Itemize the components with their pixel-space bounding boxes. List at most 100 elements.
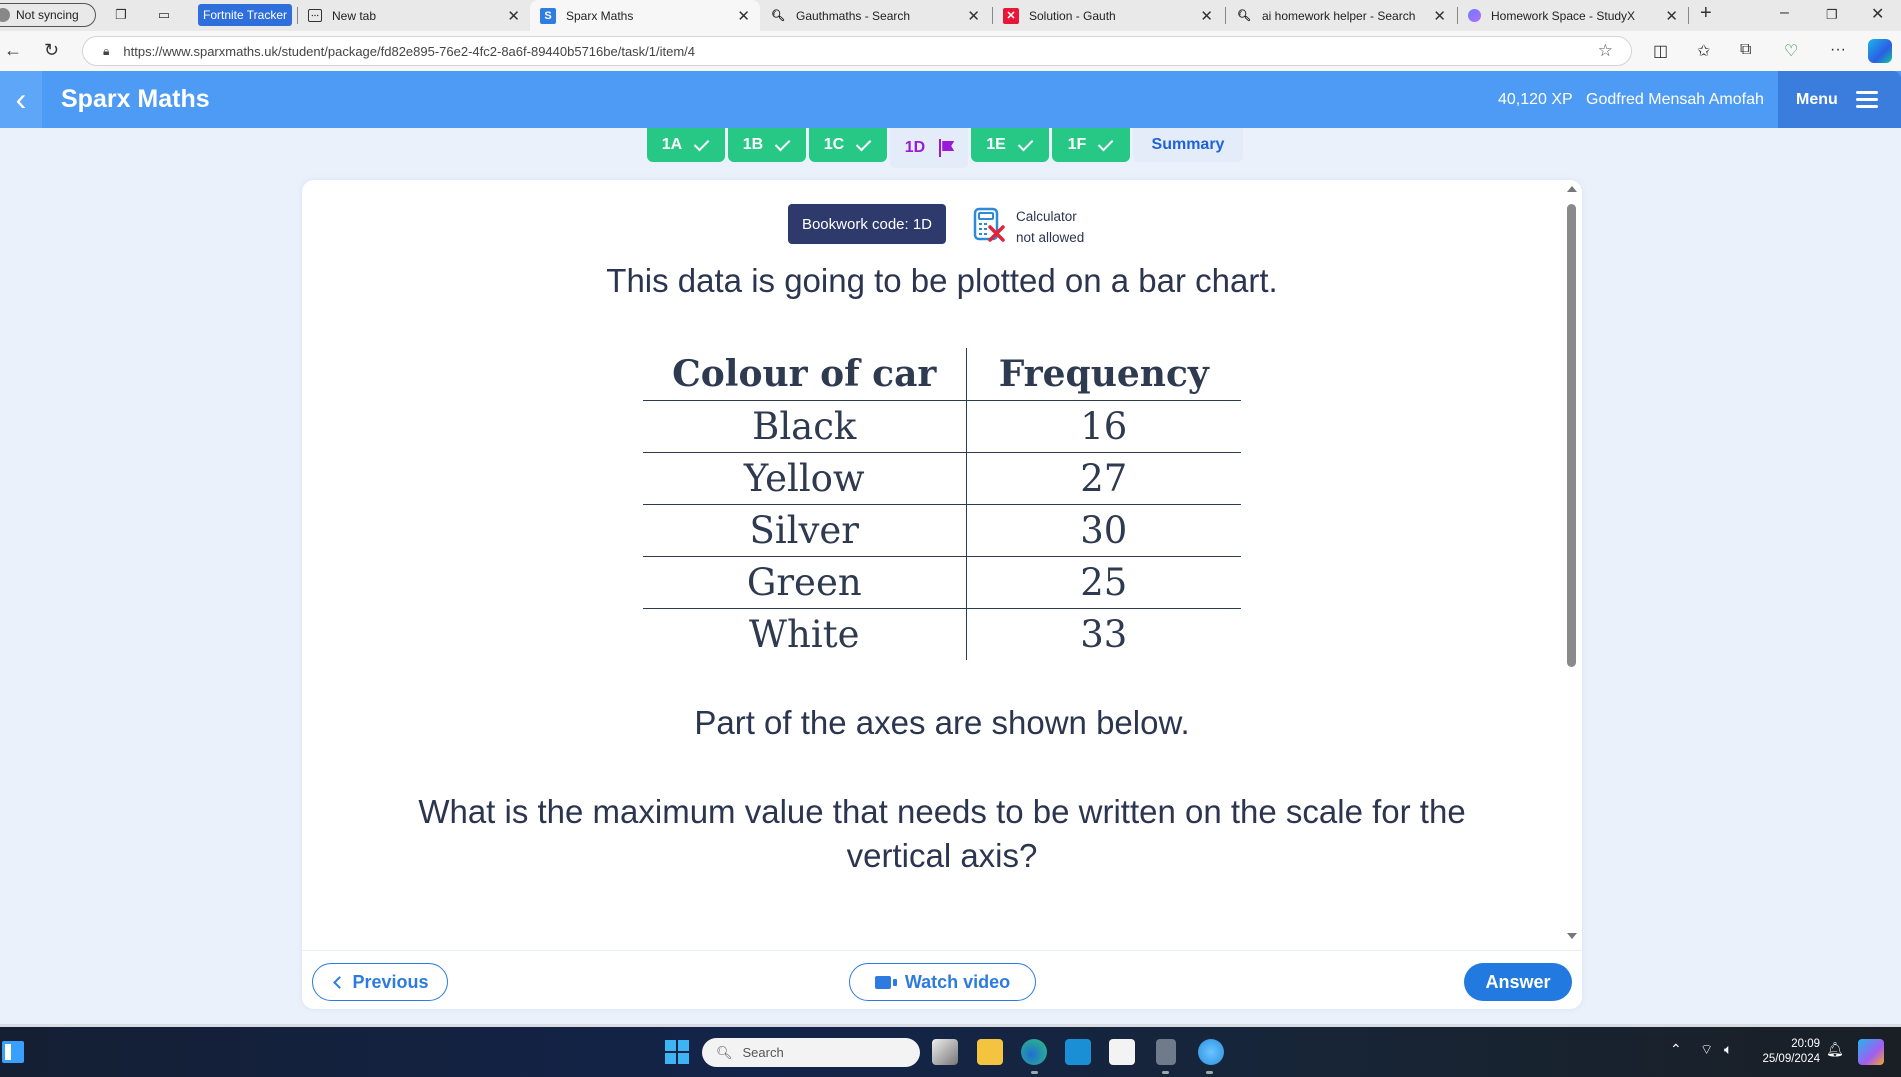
- close-tab-icon[interactable]: ✕: [1433, 7, 1446, 25]
- table-row: White 33: [643, 607, 1241, 660]
- table-row: Silver 30: [643, 503, 1241, 556]
- question-prompt: What is the maximum value that needs to …: [418, 793, 1466, 874]
- url-text: https://www.sparxmaths.uk/student/packag…: [123, 43, 696, 59]
- frequency-table: Colour of car Frequency Black 16 Yellow …: [643, 348, 1241, 660]
- show-hidden-icons-chevron-icon[interactable]: ⌃: [1670, 1041, 1682, 1058]
- restore-icon[interactable]: ❐: [1826, 7, 1838, 23]
- step-tab-summary[interactable]: Summary: [1133, 128, 1243, 162]
- step-tab-1c[interactable]: 1C: [809, 128, 887, 162]
- address-bar[interactable]: 🔒︎ https://www.sparxmaths.uk/student/pac…: [82, 36, 1632, 66]
- watch-video-button[interactable]: Watch video: [849, 963, 1036, 1001]
- question-intro: This data is going to be plotted on a ba…: [606, 262, 1278, 299]
- tab-separator: [1688, 7, 1689, 24]
- tab-actions-icon[interactable]: ▭: [156, 7, 172, 23]
- back-button[interactable]: ‹: [0, 71, 42, 128]
- step-tab-1e[interactable]: 1E: [971, 128, 1049, 162]
- volume-icon[interactable]: 🔈︎: [1724, 1041, 1732, 1058]
- windows-start-icon[interactable]: [665, 1040, 689, 1064]
- colour-cell: White: [643, 607, 967, 660]
- file-explorer-icon[interactable]: [977, 1039, 1003, 1065]
- pinned-tab-fortnite-tracker[interactable]: Fortnite Tracker: [198, 4, 293, 26]
- profile-avatar-icon: [0, 8, 10, 22]
- tab-title: ai homework helper - Search: [1262, 8, 1416, 23]
- step-tab-1a[interactable]: 1A: [647, 128, 725, 162]
- notifications-bell-icon[interactable]: 🔔︎: [1826, 1041, 1844, 1058]
- tab-sparx-maths[interactable]: S Sparx Maths ✕: [530, 0, 760, 31]
- tab-solution-gauth[interactable]: ✕ Solution - Gauth ✕: [993, 0, 1223, 31]
- close-tab-icon[interactable]: ✕: [737, 7, 750, 25]
- favorite-star-icon[interactable]: ☆: [1598, 41, 1613, 61]
- tab-homework-space-studyx[interactable]: Homework Space - StudyX ✕: [1458, 0, 1688, 31]
- step-tab-1f[interactable]: 1F: [1052, 128, 1130, 162]
- tab-ai-homework-helper-search[interactable]: 🔍︎ ai homework helper - Search ✕: [1226, 0, 1456, 31]
- gauth-icon: ✕: [1003, 7, 1019, 24]
- tab-title: Sparx Maths: [566, 8, 634, 23]
- user-name[interactable]: Godfred Mensah Amofah: [1586, 91, 1764, 109]
- wifi-icon[interactable]: ⌔: [1700, 1041, 1713, 1059]
- browser-essentials-icon[interactable]: ♡: [1784, 41, 1798, 61]
- favorites-icon[interactable]: ✩: [1697, 41, 1710, 61]
- close-tab-icon[interactable]: ✕: [1665, 7, 1678, 25]
- menu-button[interactable]: Menu: [1778, 71, 1901, 128]
- previous-button[interactable]: Previous: [312, 963, 448, 1001]
- copilot-icon[interactable]: [1868, 39, 1892, 63]
- step-tab-1d[interactable]: 1D: [890, 128, 968, 168]
- previous-label: Previous: [352, 971, 429, 992]
- myhp-icon[interactable]: [1065, 1039, 1091, 1065]
- calculator-not-allowed-icon: [973, 207, 1005, 242]
- colour-cell: Black: [643, 399, 967, 452]
- close-tab-icon[interactable]: ✕: [507, 7, 520, 25]
- step-tab-1b[interactable]: 1B: [728, 128, 806, 162]
- paint-icon[interactable]: [1198, 1039, 1224, 1065]
- search-icon: 🔍︎: [771, 10, 785, 22]
- tab-title: Gauthmaths - Search: [796, 8, 911, 23]
- system-clock[interactable]: 20:09 25/09/2024: [1756, 1037, 1820, 1067]
- menu-label: Menu: [1796, 90, 1838, 108]
- column-header: Colour of car: [643, 348, 967, 400]
- table-row: Green 25: [643, 555, 1241, 608]
- split-screen-icon[interactable]: ◫: [1653, 41, 1668, 61]
- chevron-left-icon: [333, 975, 347, 989]
- taskbar-search-box[interactable]: 🔍︎ Search: [702, 1038, 920, 1067]
- copilot-preview-icon[interactable]: [1858, 1039, 1884, 1065]
- minimize-icon[interactable]: –: [1780, 4, 1789, 22]
- widgets-icon[interactable]: [2, 1041, 24, 1063]
- flag-icon: [939, 139, 953, 157]
- edge-browser-icon[interactable]: [1021, 1039, 1047, 1065]
- scroll-down-arrow-icon[interactable]: [1567, 933, 1577, 939]
- close-window-icon[interactable]: ✕: [1871, 4, 1884, 24]
- new-tab-plus-icon[interactable]: +: [1700, 2, 1712, 25]
- scroll-up-arrow-icon[interactable]: [1567, 186, 1577, 192]
- more-options-icon[interactable]: ···: [1830, 41, 1846, 59]
- browser-tab-strip: Not syncing ❐ ▭ Fortnite Tracker ⋯ New t…: [0, 0, 1901, 31]
- back-arrow-icon[interactable]: ←: [4, 40, 22, 61]
- profile-button[interactable]: Not syncing: [0, 3, 96, 27]
- task-view-icon[interactable]: [932, 1039, 958, 1065]
- bookwork-code-badge: Bookwork code: 1D: [788, 204, 946, 244]
- content-scrollbar[interactable]: [1565, 180, 1577, 950]
- frequency-cell: 16: [966, 399, 1241, 452]
- calculator-app-icon[interactable]: [1156, 1039, 1176, 1065]
- hamburger-icon: [1855, 87, 1878, 112]
- tab-title: Homework Space - StudyX: [1491, 8, 1636, 23]
- windows-taskbar: 🔍︎ Search ⌃ ⌔ 🔈︎ 20:09 25/09/2024 🔔︎: [0, 1027, 1901, 1077]
- microsoft-store-icon[interactable]: [1109, 1039, 1135, 1065]
- tab-new-tab[interactable]: ⋯ New tab ✕: [298, 0, 530, 31]
- taskbar-search-placeholder: Search: [742, 1045, 784, 1060]
- running-indicator: [1162, 1071, 1169, 1074]
- table-row: Yellow 27: [643, 451, 1241, 504]
- collections-icon[interactable]: ⧉: [1740, 41, 1751, 59]
- workspaces-icon[interactable]: ❐: [113, 7, 129, 23]
- colour-cell: Silver: [643, 503, 967, 556]
- tab-gauthmaths-search[interactable]: 🔍︎ Gauthmaths - Search ✕: [760, 0, 990, 31]
- close-tab-icon[interactable]: ✕: [1200, 7, 1213, 25]
- task-step-tabs: 1A 1B 1C 1D 1E 1F Summary: [647, 128, 1243, 168]
- watch-video-label: Watch video: [904, 971, 1011, 992]
- answer-button[interactable]: Answer: [1464, 963, 1572, 1001]
- step-label: 1E: [986, 136, 1006, 153]
- close-tab-icon[interactable]: ✕: [967, 7, 980, 25]
- question-footer: Previous Watch video Answer: [302, 950, 1582, 1009]
- refresh-icon[interactable]: ↻: [44, 40, 59, 61]
- frequency-cell: 30: [966, 503, 1241, 556]
- scrollbar-thumb[interactable]: [1567, 204, 1576, 667]
